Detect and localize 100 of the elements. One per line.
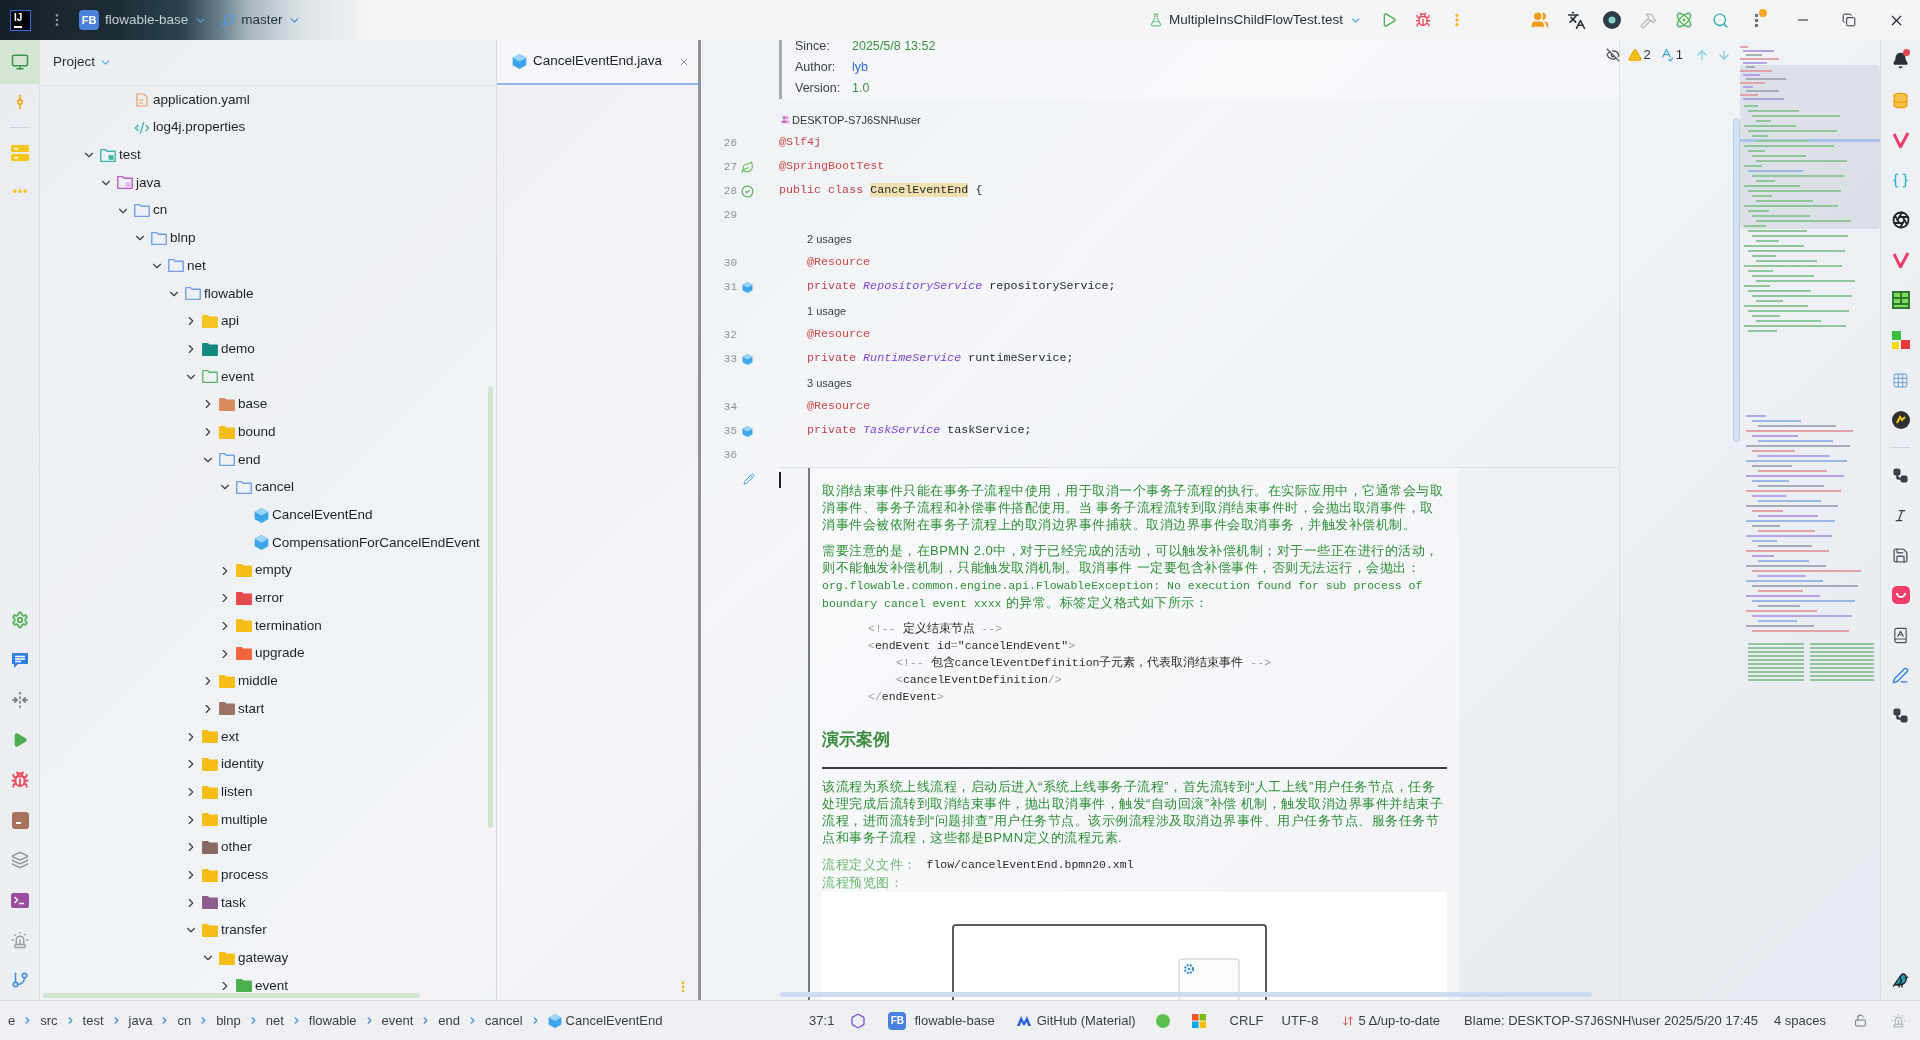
tree-item[interactable]: process	[183, 864, 269, 887]
search-icon[interactable]	[1711, 11, 1729, 29]
author-link[interactable]: lyb	[852, 57, 868, 77]
breadcrumb-item[interactable]: CancelEventEnd	[547, 1010, 663, 1031]
project-status[interactable]: FB flowable-base	[880, 1007, 1003, 1034]
breadcrumb-item[interactable]: flowable	[308, 1010, 357, 1031]
breadcrumb-item[interactable]: src	[40, 1010, 58, 1031]
record-icon[interactable]	[1603, 11, 1621, 29]
hexagon-icon[interactable]	[850, 1012, 867, 1029]
tree-item[interactable]: ext	[183, 725, 239, 748]
lightning-circle-icon[interactable]	[1891, 411, 1910, 429]
tree-item[interactable]: CancelEventEnd	[234, 504, 373, 527]
breadcrumb-item[interactable]: end	[438, 1010, 460, 1031]
tree-item[interactable]: demo	[183, 338, 255, 361]
tree-item[interactable]: base	[200, 393, 268, 416]
restore-icon[interactable]	[1842, 13, 1856, 27]
play-icon[interactable]	[12, 732, 28, 748]
project-view-selector[interactable]: Project	[53, 52, 113, 73]
tree-item[interactable]: gateway	[200, 947, 289, 970]
tree-item[interactable]: start	[200, 697, 265, 720]
tree-item[interactable]: upgrade	[217, 642, 305, 665]
tree-item[interactable]: log4j.properties	[115, 116, 246, 139]
grid-icon[interactable]	[1891, 291, 1910, 309]
scrollbar[interactable]	[488, 386, 493, 828]
tree-item[interactable]: empty	[217, 559, 292, 582]
tree-item[interactable]: application.yaml	[115, 88, 250, 111]
tree-item[interactable]: api	[183, 310, 239, 333]
terminal-icon[interactable]	[11, 892, 29, 908]
italic-i-icon[interactable]	[1893, 507, 1908, 523]
bell-icon[interactable]	[1892, 51, 1909, 69]
tree-item[interactable]: net	[149, 254, 206, 277]
four-squares-icon[interactable]	[1191, 1013, 1206, 1028]
scrollbar[interactable]	[1733, 118, 1740, 442]
pen-icon[interactable]	[1892, 666, 1909, 684]
book-icon[interactable]	[1892, 626, 1909, 644]
tree-item[interactable]: blnp	[132, 227, 196, 250]
pencil-icon[interactable]	[743, 473, 755, 485]
tree-item[interactable]: transfer	[183, 919, 267, 942]
blame-status[interactable]: Blame: DESKTOP-S7J6SNH\user 2025/5/20 17:45	[1456, 1007, 1766, 1034]
tree-item[interactable]: other	[183, 836, 252, 859]
tree-item[interactable]: cancel	[217, 476, 295, 499]
play-icon[interactable]	[1381, 12, 1397, 28]
tree-item[interactable]: task	[183, 891, 246, 914]
file-encoding[interactable]: UTF-8	[1273, 1007, 1327, 1034]
usage-hint[interactable]: 2 usages	[807, 230, 852, 248]
caret-position[interactable]: 37:1	[801, 1007, 843, 1034]
layers-icon[interactable]	[11, 851, 29, 869]
usage-hint[interactable]: 1 usage	[807, 302, 847, 320]
tree-item[interactable]: middle	[200, 670, 278, 693]
vcs-status[interactable]: 5 Δ/up-to-date	[1334, 1007, 1449, 1034]
tree-item[interactable]: event	[183, 365, 255, 388]
tree-item[interactable]: error	[217, 587, 284, 610]
current-project-menu[interactable]: FB flowable-base	[79, 9, 208, 31]
branch-selector[interactable]: master	[221, 9, 301, 31]
tree-item[interactable]: cn	[115, 199, 168, 222]
bug-icon[interactable]	[1415, 12, 1431, 28]
breadcrumb-item[interactable]: net	[265, 1010, 284, 1031]
breadcrumb-item[interactable]: java	[128, 1010, 153, 1031]
workflow-icon[interactable]	[1892, 466, 1909, 484]
save-icon[interactable]	[1892, 546, 1909, 564]
tree-item[interactable]: java	[98, 171, 161, 194]
v-shape-icon[interactable]	[1892, 132, 1909, 148]
tree-item[interactable]: end	[200, 448, 261, 471]
chat-icon[interactable]	[11, 651, 29, 669]
run-configuration[interactable]: MultipleInsChildFlowTest.test	[1142, 5, 1368, 35]
editor-tab[interactable]: CancelEventEnd.java	[497, 40, 698, 85]
breadcrumb-item[interactable]: cancel	[485, 1010, 523, 1031]
aperture-icon[interactable]	[1891, 211, 1910, 229]
workflow-icon[interactable]	[1892, 706, 1909, 724]
check-circle-icon[interactable]	[740, 184, 754, 198]
typos-count[interactable]: 1	[1658, 45, 1683, 65]
scrollbar[interactable]	[780, 992, 1592, 997]
line-separator[interactable]: CRLF	[1221, 1007, 1272, 1034]
breadcrumb-item[interactable]: event	[381, 1010, 414, 1031]
theme-status[interactable]: GitHub (Material)	[1008, 1007, 1144, 1034]
box-icon[interactable]	[11, 811, 29, 829]
bug-icon[interactable]	[11, 771, 29, 789]
tree-item[interactable]: flowable	[166, 282, 254, 305]
tree-item[interactable]: test	[81, 144, 141, 167]
tree-item[interactable]: termination	[217, 614, 322, 637]
v-shape-icon[interactable]	[1892, 252, 1909, 268]
breadcrumb-item[interactable]: test	[82, 1010, 104, 1031]
tool-window-button[interactable]	[0, 40, 40, 84]
scrollbar[interactable]	[43, 993, 420, 998]
tree-item[interactable]: multiple	[183, 808, 268, 831]
eye-off-icon[interactable]	[1605, 47, 1620, 62]
author-hint[interactable]: DESKTOP-S7J6SNH\user	[781, 111, 921, 128]
tree-item[interactable]: identity	[183, 753, 264, 776]
tree-item[interactable]: listen	[183, 781, 253, 804]
tree-item[interactable]: event	[217, 974, 289, 997]
arrows-bracket-icon[interactable]	[11, 691, 29, 709]
bird-icon[interactable]	[1892, 971, 1909, 989]
lock-open-icon[interactable]	[1854, 1014, 1867, 1027]
rounded-square-icon[interactable]	[1891, 586, 1910, 604]
breadcrumb-item[interactable]: blnp	[216, 1010, 241, 1031]
branch-icon[interactable]	[11, 971, 29, 989]
usage-hint[interactable]: 3 usages	[807, 374, 852, 392]
warnings-count[interactable]: 2	[1627, 45, 1651, 65]
squares-icon[interactable]	[1891, 331, 1910, 349]
indent-status[interactable]: 4 spaces	[1765, 1007, 1834, 1034]
